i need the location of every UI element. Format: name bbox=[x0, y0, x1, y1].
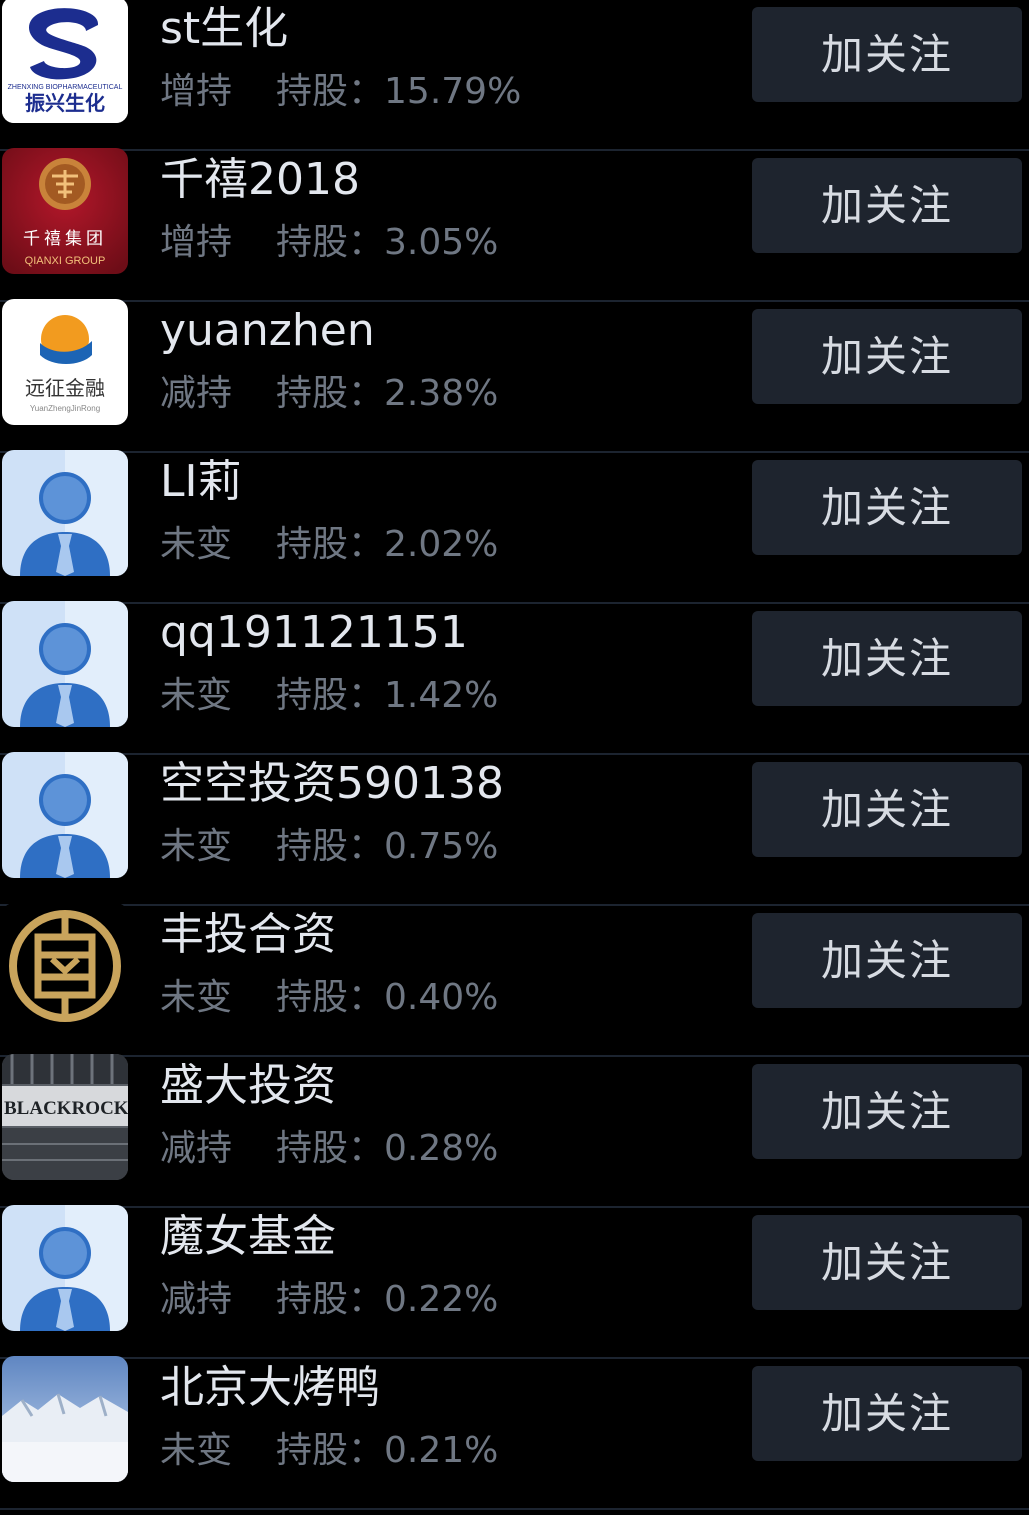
holding-label: 持股： bbox=[276, 977, 385, 1018]
holding-status: 减持 bbox=[160, 373, 233, 414]
holding-percent: 0.40% bbox=[384, 977, 499, 1018]
shareholder-name: 魔女基金 bbox=[160, 1211, 336, 1262]
svg-text:ZHENXING BIOPHARMACEUTICAL: ZHENXING BIOPHARMACEUTICAL bbox=[8, 84, 123, 91]
qianxi-logo-icon: 千禧集团 QIANXI GROUP bbox=[2, 148, 128, 274]
holding-status: 未变 bbox=[160, 675, 233, 716]
follow-button[interactable]: 加关注 bbox=[752, 1366, 1022, 1461]
follow-button[interactable]: 加关注 bbox=[752, 7, 1022, 102]
holding-status: 未变 bbox=[160, 826, 233, 867]
list-item[interactable]: ZHENXING BIOPHARMACEUTICAL 振兴生化 st生化 增持 持… bbox=[0, 0, 1029, 151]
default-person-avatar-icon bbox=[2, 601, 128, 727]
zhenxing-logo-icon: ZHENXING BIOPHARMACEUTICAL 振兴生化 bbox=[2, 0, 128, 123]
holding-status: 减持 bbox=[160, 1128, 233, 1169]
follow-button[interactable]: 加关注 bbox=[752, 913, 1022, 1008]
shareholder-name: qq191121151 bbox=[160, 607, 468, 658]
shareholder-name: yuanzhen bbox=[160, 305, 375, 356]
holding-percent: 3.05% bbox=[384, 222, 499, 263]
holding-percent: 0.21% bbox=[384, 1430, 499, 1471]
holding-status: 增持 bbox=[160, 71, 233, 112]
holding-status: 未变 bbox=[160, 1430, 233, 1471]
snow-mountain-photo-icon bbox=[2, 1356, 128, 1482]
holding-info: 未变 持股：0.40% bbox=[160, 976, 498, 1020]
holding-label: 持股： bbox=[276, 1128, 385, 1169]
follow-button[interactable]: 加关注 bbox=[752, 1064, 1022, 1159]
list-item[interactable]: 空空投资590138 未变 持股：0.75% 加关注 bbox=[0, 752, 1029, 906]
svg-text:振兴生化: 振兴生化 bbox=[25, 91, 105, 115]
list-item[interactable]: 丰投合资 未变 持股：0.40% 加关注 bbox=[0, 903, 1029, 1057]
holding-status: 增持 bbox=[160, 222, 233, 263]
default-person-avatar-icon bbox=[2, 752, 128, 878]
holding-info: 增持 持股：3.05% bbox=[160, 221, 498, 265]
shareholder-name: st生化 bbox=[160, 3, 289, 54]
holding-info: 减持 持股：2.38% bbox=[160, 372, 498, 416]
holding-label: 持股： bbox=[276, 524, 385, 565]
holding-info: 未变 持股：2.02% bbox=[160, 523, 498, 567]
holding-label: 持股： bbox=[276, 1430, 385, 1471]
holding-info: 未变 持股：0.75% bbox=[160, 825, 498, 869]
list-item[interactable]: qq191121151 未变 持股：1.42% 加关注 bbox=[0, 601, 1029, 755]
svg-text:远征金融: 远征金融 bbox=[25, 376, 105, 400]
holding-label: 持股： bbox=[276, 71, 385, 112]
holding-info: 未变 持股：0.21% bbox=[160, 1429, 498, 1473]
svg-text:BLACKROCK: BLACKROCK bbox=[4, 1098, 128, 1119]
gold-emblem-logo-icon bbox=[2, 903, 128, 1029]
holding-info: 减持 持股：0.28% bbox=[160, 1127, 498, 1171]
holding-percent: 2.02% bbox=[384, 524, 499, 565]
list-item[interactable]: LI莉 未变 持股：2.02% 加关注 bbox=[0, 450, 1029, 604]
holding-label: 持股： bbox=[276, 1279, 385, 1320]
list-item[interactable]: 北京大烤鸭 未变 持股：0.21% 加关注 bbox=[0, 1356, 1029, 1510]
shareholder-name: 千禧2018 bbox=[160, 154, 360, 205]
default-person-avatar-icon bbox=[2, 450, 128, 576]
follow-button[interactable]: 加关注 bbox=[752, 309, 1022, 404]
holding-info: 增持 持股：15.79% bbox=[160, 70, 521, 114]
follow-button[interactable]: 加关注 bbox=[752, 460, 1022, 555]
follow-button[interactable]: 加关注 bbox=[752, 158, 1022, 253]
svg-text:YuanZhengJinRong: YuanZhengJinRong bbox=[30, 404, 100, 413]
holding-info: 未变 持股：1.42% bbox=[160, 674, 498, 718]
list-item[interactable]: BLACKROCK 盛大投资 减持 持股：0.28% 加关注 bbox=[0, 1054, 1029, 1208]
holding-percent: 15.79% bbox=[384, 71, 522, 112]
list-item[interactable]: 远征金融 YuanZhengJinRong yuanzhen 减持 持股：2.38… bbox=[0, 299, 1029, 453]
shareholder-list: ZHENXING BIOPHARMACEUTICAL 振兴生化 st生化 增持持… bbox=[0, 0, 1029, 1515]
shareholder-name: 北京大烤鸭 bbox=[160, 1362, 380, 1413]
list-item[interactable]: 魔女基金 减持 持股：0.22% 加关注 bbox=[0, 1205, 1029, 1359]
follow-button[interactable]: 加关注 bbox=[752, 611, 1022, 706]
follow-button[interactable]: 加关注 bbox=[752, 1215, 1022, 1310]
svg-text:QIANXI GROUP: QIANXI GROUP bbox=[25, 255, 106, 267]
list-item[interactable]: 千禧集团 QIANXI GROUP 千禧2018 增持 持股：3.05% 加关注 bbox=[0, 148, 1029, 302]
holding-status: 未变 bbox=[160, 524, 233, 565]
shareholder-name: 盛大投资 bbox=[160, 1060, 336, 1111]
holding-percent: 0.22% bbox=[384, 1279, 499, 1320]
holding-label: 持股： bbox=[276, 373, 385, 414]
shareholder-name: 空空投资590138 bbox=[160, 758, 504, 809]
holding-info: 减持 持股：0.22% bbox=[160, 1278, 498, 1322]
follow-button[interactable]: 加关注 bbox=[752, 762, 1022, 857]
holding-label: 持股： bbox=[276, 222, 385, 263]
holding-percent: 0.28% bbox=[384, 1128, 499, 1169]
holding-label: 持股： bbox=[276, 826, 385, 867]
default-person-avatar-icon bbox=[2, 1205, 128, 1331]
yuanzheng-logo-icon: 远征金融 YuanZhengJinRong bbox=[2, 299, 128, 425]
holding-percent: 0.75% bbox=[384, 826, 499, 867]
holding-status: 未变 bbox=[160, 977, 233, 1018]
blackrock-photo-icon: BLACKROCK bbox=[2, 1054, 128, 1180]
holding-percent: 1.42% bbox=[384, 675, 499, 716]
shareholder-name: LI莉 bbox=[160, 456, 242, 507]
holding-label: 持股： bbox=[276, 675, 385, 716]
holding-status: 减持 bbox=[160, 1279, 233, 1320]
holding-percent: 2.38% bbox=[384, 373, 499, 414]
svg-text:千禧集团: 千禧集团 bbox=[23, 229, 107, 249]
shareholder-name: 丰投合资 bbox=[160, 909, 336, 960]
